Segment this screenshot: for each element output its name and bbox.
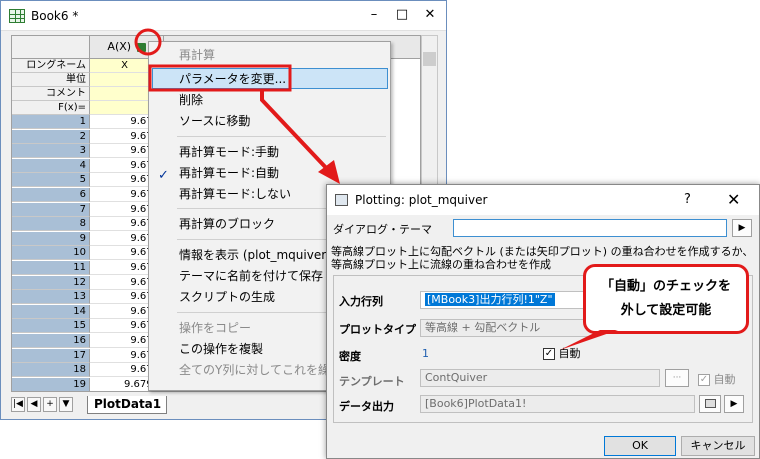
arrow-to-dialog (260, 90, 332, 174)
callout-pointer (560, 330, 618, 350)
lock-highlight-circle (134, 28, 162, 56)
menu-item-highlight-box (148, 64, 292, 92)
annotation-overlay (134, 28, 618, 350)
